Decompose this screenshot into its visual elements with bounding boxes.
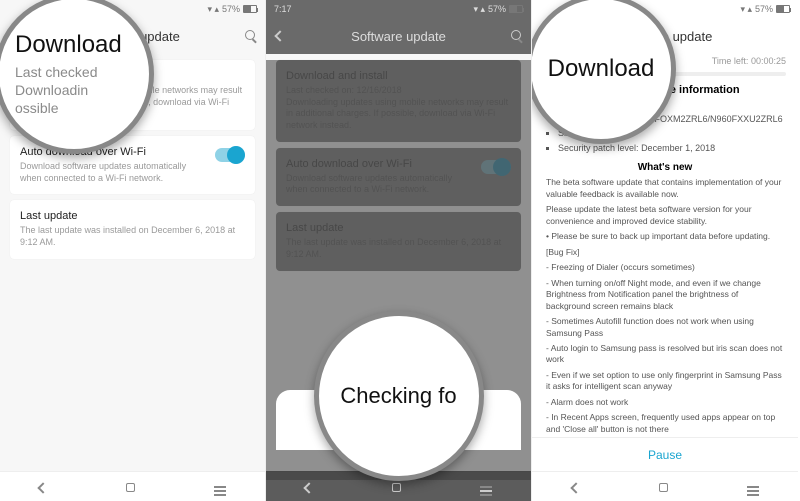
whatsnew-line: The beta software update that contains i… bbox=[546, 177, 784, 200]
lens-line: Downloadin bbox=[15, 82, 88, 98]
bugfix-line: - When turning on/off Night mode, and ev… bbox=[546, 278, 784, 312]
title-bar: Software update bbox=[266, 18, 531, 54]
nav-recents-icon[interactable] bbox=[214, 479, 226, 495]
item-heading: Last update bbox=[20, 210, 245, 222]
pause-button[interactable]: Pause bbox=[532, 437, 798, 471]
whatsnew-line: • Please be sure to back up important da… bbox=[546, 231, 784, 242]
search-icon[interactable] bbox=[241, 27, 255, 45]
nav-home-icon[interactable] bbox=[126, 479, 135, 495]
back-icon[interactable] bbox=[276, 27, 290, 45]
magnifier-lens: Checking fo bbox=[314, 311, 484, 481]
nav-home-icon[interactable] bbox=[659, 479, 668, 495]
screenshot-2: 7:17 ▾ ▴ 57% Software update Download an… bbox=[266, 0, 532, 501]
status-bar: 7:17 ▾ ▴ 57% bbox=[266, 0, 531, 18]
nav-back-icon[interactable] bbox=[572, 479, 580, 495]
last-update-item[interactable]: Last update The last update was installe… bbox=[10, 200, 255, 258]
whatsnew-line: Please update the latest beta software v… bbox=[546, 204, 784, 227]
list-item: Security patch level: December 1, 2018 bbox=[558, 142, 780, 155]
nav-bar bbox=[532, 471, 798, 501]
item-subtext: Download software updates automatically … bbox=[20, 161, 245, 184]
battery-pct: 57% bbox=[488, 4, 506, 14]
signal-icon: ▾ ▴ bbox=[740, 4, 752, 15]
bugfix-line: - Sometimes Autofill function does not w… bbox=[546, 316, 784, 339]
bugfix-line: - Even if we set option to use only fing… bbox=[546, 370, 784, 393]
battery-icon bbox=[509, 5, 523, 13]
bugfix-header: [Bug Fix] bbox=[546, 247, 784, 258]
lens-title: Download bbox=[15, 31, 149, 59]
nav-back-icon[interactable] bbox=[305, 479, 313, 495]
bugfix-line: - Alarm does not work bbox=[546, 397, 784, 408]
lens-line: Last checked bbox=[15, 64, 98, 80]
battery-icon bbox=[243, 5, 257, 13]
nav-recents-icon[interactable] bbox=[747, 479, 759, 495]
bugfix-line: - Auto login to Samsung pass is resolved… bbox=[546, 343, 784, 366]
nav-bar bbox=[0, 471, 265, 501]
signal-icon: ▾ ▴ bbox=[473, 4, 485, 15]
screenshot-1: ▾ ▴ 57% Software update Download and ins… bbox=[0, 0, 266, 501]
auto-download-toggle[interactable] bbox=[215, 148, 245, 162]
nav-recents-icon[interactable] bbox=[480, 479, 492, 495]
lens-text: Checking fo bbox=[340, 383, 456, 409]
nav-back-icon[interactable] bbox=[39, 479, 47, 495]
magnifier-lens: Download Last checked Downloadin ossible bbox=[0, 0, 154, 154]
lens-line: ossible bbox=[15, 100, 59, 116]
battery-pct: 57% bbox=[222, 4, 240, 14]
item-subtext: The last update was installed on Decembe… bbox=[20, 225, 245, 248]
bugfix-line: - In Recent Apps screen, frequently used… bbox=[546, 412, 784, 435]
search-icon[interactable] bbox=[507, 27, 521, 45]
lens-title: Download bbox=[548, 55, 655, 83]
signal-icon: ▾ ▴ bbox=[207, 4, 219, 15]
status-time: 7:17 bbox=[274, 4, 292, 14]
bugfix-line: - Freezing of Dialer (occurs sometimes) bbox=[546, 262, 784, 273]
whatsnew-header: What's new bbox=[532, 162, 798, 173]
page-title: Software update bbox=[290, 29, 507, 44]
whatsnew-body: The beta software update that contains i… bbox=[532, 177, 798, 477]
battery-pct: 57% bbox=[755, 4, 773, 14]
screenshot-3: ▾ ▴ 57% Software update Time left: 00:00… bbox=[532, 0, 798, 501]
battery-icon bbox=[776, 5, 790, 13]
